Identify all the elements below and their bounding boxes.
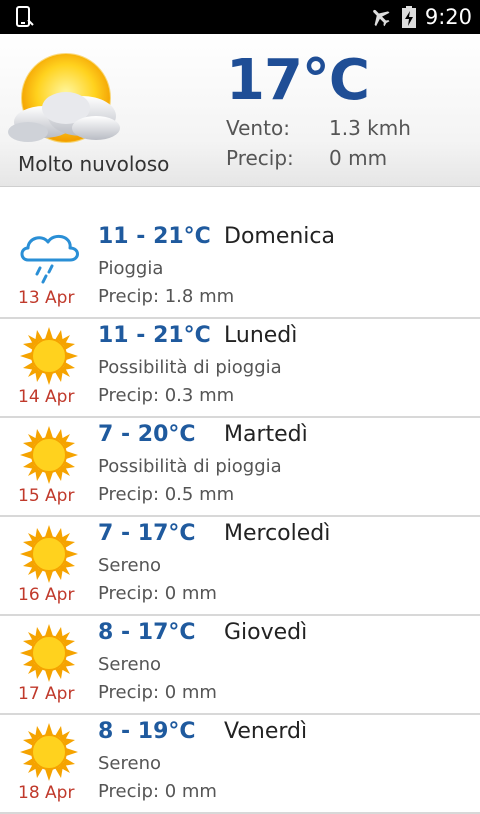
forecast-date: 13 Apr xyxy=(18,288,75,308)
battery-charging-icon xyxy=(401,6,416,28)
phone-icon xyxy=(16,6,34,27)
airplane-icon xyxy=(372,9,390,27)
forecast-description: Sereno xyxy=(98,654,161,675)
precip-label: Precip: xyxy=(226,146,294,170)
forecast-description: Pioggia xyxy=(98,258,164,279)
forecast-precip: Precip: 0 mm xyxy=(98,583,217,604)
cloudy-sun-icon xyxy=(8,53,120,143)
current-temperature: 17°C xyxy=(226,48,370,113)
forecast-description: Possibilità di pioggia xyxy=(98,456,282,477)
forecast-description: Sereno xyxy=(98,555,161,576)
forecast-list: 13 Apr 11 - 21°C Domenica Pioggia Precip… xyxy=(0,220,480,814)
weekday: Domenica xyxy=(224,224,335,249)
forecast-description: Possibilità di pioggia xyxy=(98,357,282,378)
forecast-date: 17 Apr xyxy=(18,684,75,704)
forecast-row[interactable]: 14 Apr 11 - 21°C Lunedì Possibilità di p… xyxy=(0,319,480,418)
forecast-date: 15 Apr xyxy=(18,486,75,506)
temperature-range: 8 - 17°C xyxy=(98,620,196,645)
forecast-precip: Precip: 0 mm xyxy=(98,682,217,703)
temperature-range: 7 - 20°C xyxy=(98,422,196,447)
sun-icon xyxy=(20,624,78,682)
forecast-row[interactable]: 16 Apr 7 - 17°C Mercoledì Sereno Precip:… xyxy=(0,517,480,616)
temperature-range: 11 - 21°C xyxy=(98,323,211,348)
sun-icon xyxy=(20,327,78,385)
temperature-range: 11 - 21°C xyxy=(98,224,211,249)
precip-value: 0 mm xyxy=(329,146,388,170)
weekday: Giovedì xyxy=(224,620,308,645)
sun-icon xyxy=(20,723,78,781)
forecast-row[interactable]: 17 Apr 8 - 17°C Giovedì Sereno Precip: 0… xyxy=(0,616,480,715)
wind-row: Vento: 1.3 kmh xyxy=(226,116,411,140)
wind-label: Vento: xyxy=(226,116,290,140)
weekday: Martedì xyxy=(224,422,308,447)
temperature-range: 8 - 19°C xyxy=(98,719,196,744)
weekday: Mercoledì xyxy=(224,521,331,546)
clock: 9:20 xyxy=(424,5,472,29)
current-condition: Molto nuvoloso xyxy=(18,152,170,176)
forecast-row[interactable]: 18 Apr 8 - 19°C Venerdì Sereno Precip: 0… xyxy=(0,715,480,814)
temperature-range: 7 - 17°C xyxy=(98,521,196,546)
rain-cloud-icon xyxy=(20,234,79,284)
weekday: Venerdì xyxy=(224,719,308,744)
forecast-date: 16 Apr xyxy=(18,585,75,605)
forecast-description: Sereno xyxy=(98,753,161,774)
forecast-row[interactable]: 13 Apr 11 - 21°C Domenica Pioggia Precip… xyxy=(0,220,480,319)
forecast-date: 18 Apr xyxy=(18,783,75,803)
forecast-precip: Precip: 0.5 mm xyxy=(98,484,235,505)
status-bar: 9:20 xyxy=(0,0,480,34)
sun-icon xyxy=(20,525,78,583)
forecast-date: 14 Apr xyxy=(18,387,75,407)
weekday: Lunedì xyxy=(224,323,298,348)
precip-row: Precip: 0 mm xyxy=(226,146,387,170)
forecast-row[interactable]: 15 Apr 7 - 20°C Martedì Possibilità di p… xyxy=(0,418,480,517)
forecast-precip: Precip: 0.3 mm xyxy=(98,385,235,406)
sun-icon xyxy=(20,426,78,484)
current-weather-panel: Molto nuvoloso 17°C Vento: 1.3 kmh Preci… xyxy=(0,34,480,187)
forecast-precip: Precip: 0 mm xyxy=(98,781,217,802)
forecast-precip: Precip: 1.8 mm xyxy=(98,286,235,307)
wind-value: 1.3 kmh xyxy=(329,116,411,140)
